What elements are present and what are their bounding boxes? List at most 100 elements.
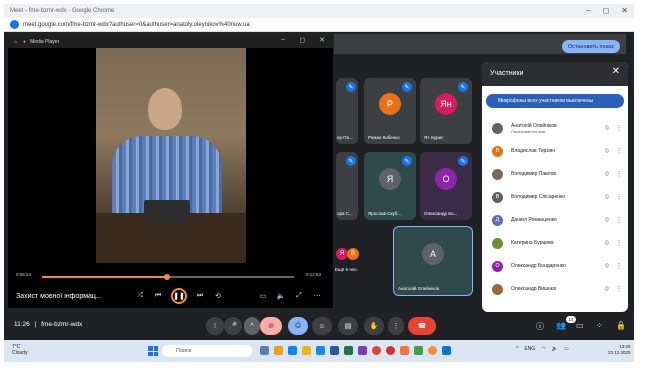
participant-tile[interactable]: ✎ О Олександр Бо... [420,152,472,220]
more-options-icon[interactable]: ⋯ [308,292,326,300]
seek-track[interactable] [42,274,294,280]
store-icon[interactable] [316,346,325,355]
volume-icon[interactable]: 🔈 [552,346,558,352]
mic-off-icon[interactable]: ⦸ [600,240,614,247]
camera-options-icon[interactable]: ^ [244,317,260,335]
opera-icon[interactable] [386,346,395,355]
shuffle-icon[interactable]: ⤮ [131,292,149,300]
more-options-icon[interactable]: ⋮ [614,170,624,178]
mic-off-icon[interactable]: ⦸ [600,171,614,178]
language-indicator[interactable]: ENG [524,346,535,352]
weather-widget[interactable]: 7°C Cloudy [12,344,28,356]
mic-off-icon[interactable]: ⦸ [600,263,614,270]
site-info-icon[interactable] [10,20,19,29]
participant-row[interactable]: Анатолій Олейніков Показывается вам ⦸ ⋮ [486,118,624,138]
participant-row[interactable]: Володимир Павлов ⦸ ⋮ [486,164,624,184]
chat-icon[interactable]: ▭ [576,321,584,330]
more-options-icon[interactable]: ⋮ [614,285,624,293]
mute-all-banner[interactable]: Микрофоны всех участников выключены [486,94,624,108]
close-icon[interactable]: ✕ [621,6,628,15]
end-call-button[interactable]: ☎ [408,317,436,335]
chrome-icon[interactable] [372,346,381,355]
mic-off-icon[interactable]: ⦸ [600,217,614,224]
close-icon[interactable]: ✕ [319,36,325,44]
task-view-icon[interactable] [260,346,269,355]
participant-row[interactable]: Д Даниїл Романценко ⦸ ⋮ [486,210,624,230]
system-tray: ^ ENG ◠ 🔈 ▭ [516,346,569,352]
participant-tile[interactable]: ✎ Р Роман Кибенко [364,78,416,144]
word-icon[interactable] [330,346,339,355]
volume-icon[interactable]: 🔈 [272,292,290,300]
tile-name: Олександр Бо... [424,211,458,216]
raise-hand-icon[interactable]: ✋ [364,317,384,335]
close-icon[interactable]: ✕ [612,66,620,77]
taskbar-search[interactable]: Поиск [162,345,252,357]
media-player-icon[interactable] [428,346,437,355]
more-options-icon[interactable]: ⋮ [614,147,624,155]
minimize-icon[interactable]: – [281,36,285,44]
folder-icon[interactable] [302,346,311,355]
activities-icon[interactable]: ⁘ [596,321,603,330]
more-options-icon[interactable]: ⋮ [614,239,624,247]
participant-row[interactable]: О Олександр Бондаренко ⦸ ⋮ [486,256,624,276]
chevron-up-icon[interactable]: ^ [516,346,518,352]
more-options-icon[interactable]: ⋮ [614,262,624,270]
participant-tile[interactable]: ✎ ора С... [336,152,358,220]
stop-sharing-button[interactable]: Остановить показ [562,40,620,53]
mic-off-icon[interactable]: ⦸ [600,125,614,132]
people-icon[interactable]: 👥 [556,321,566,330]
subtitles-icon[interactable]: ▭ [254,292,272,300]
minimize-icon[interactable]: – [586,6,590,15]
emoji-icon[interactable]: ☺ [312,317,332,335]
edge-icon[interactable] [288,346,297,355]
app-icon[interactable] [414,346,423,355]
restore-icon[interactable]: ◻ [603,6,610,15]
next-icon[interactable]: ⏭ [191,292,209,300]
participant-tile[interactable]: ✎ ер Па... [336,78,358,144]
address-bar[interactable]: meet.google.com/fme-bzmr-wdx?authuser=0&… [4,18,634,32]
more-options-icon[interactable]: ⋮ [614,193,624,201]
url-text[interactable]: meet.google.com/fme-bzmr-wdx?authuser=0&… [23,22,250,28]
camera-off-button[interactable]: ⊘ [260,317,282,335]
participant-row[interactable]: Олександр Вишнєв ⦸ ⋮ [486,279,624,299]
excel-icon[interactable] [344,346,353,355]
mic-off-icon[interactable]: ⦸ [600,286,614,293]
mic-off-icon[interactable]: ⦸ [600,194,614,201]
audio-settings-button[interactable]: ⁝ [206,317,224,335]
file-explorer-icon[interactable] [274,346,283,355]
seek-progress [42,276,168,278]
participant-name: Володимир Слісаренко [511,194,566,200]
mic-off-icon[interactable]: ⦸ [600,148,614,155]
app-icon[interactable] [400,346,409,355]
host-controls-icon[interactable]: 🔒 [616,321,626,330]
app-icon[interactable] [358,346,367,355]
maximize-icon[interactable]: ◻ [299,36,305,44]
participant-row[interactable]: В Володимир Слісаренко ⦸ ⋮ [486,187,624,207]
repeat-icon[interactable]: ⟲ [209,292,227,300]
seek-bar[interactable]: 0:06:24 0:12:53 [16,272,321,280]
home-icon[interactable]: ⌂ [14,39,17,45]
participant-tile[interactable]: ✎ Я Ярослав Скуб... [364,152,416,220]
info-icon[interactable]: ⓘ [536,321,544,332]
pause-button[interactable]: ❚❚ [171,288,187,304]
more-options-icon[interactable]: ⋮ [614,124,624,132]
video-frame[interactable] [96,48,246,263]
self-tile[interactable]: А Анатолій Олейніков [393,226,473,296]
mic-icon[interactable]: 🎤 [224,317,242,335]
clock[interactable]: 13:26 23.12.2025 [608,344,631,356]
battery-icon[interactable]: ▭ [564,346,569,352]
captions-icon[interactable]: ▤ [338,317,358,335]
previous-icon[interactable]: ⏮ [149,292,167,300]
participant-tile[interactable]: ✎ Ян Я+ Бурис [420,78,472,144]
windows-start-icon[interactable] [148,346,158,356]
participant-row[interactable]: Катерина Бурцева ⦸ ⋮ [486,233,624,253]
present-screen-button[interactable]: ⎙ [288,317,308,335]
more-participants-tile[interactable]: Я В Ещё 6 чел. [334,228,386,294]
wifi-icon[interactable]: ◠ [541,346,545,352]
seek-handle[interactable] [164,274,171,280]
app-icon[interactable] [442,346,451,355]
more-options-icon[interactable]: ⋮ [388,317,404,335]
fullscreen-icon[interactable]: ⤢ [290,292,308,300]
participant-row[interactable]: В Владислав Терзіян ⦸ ⋮ [486,141,624,161]
more-options-icon[interactable]: ⋮ [614,216,624,224]
